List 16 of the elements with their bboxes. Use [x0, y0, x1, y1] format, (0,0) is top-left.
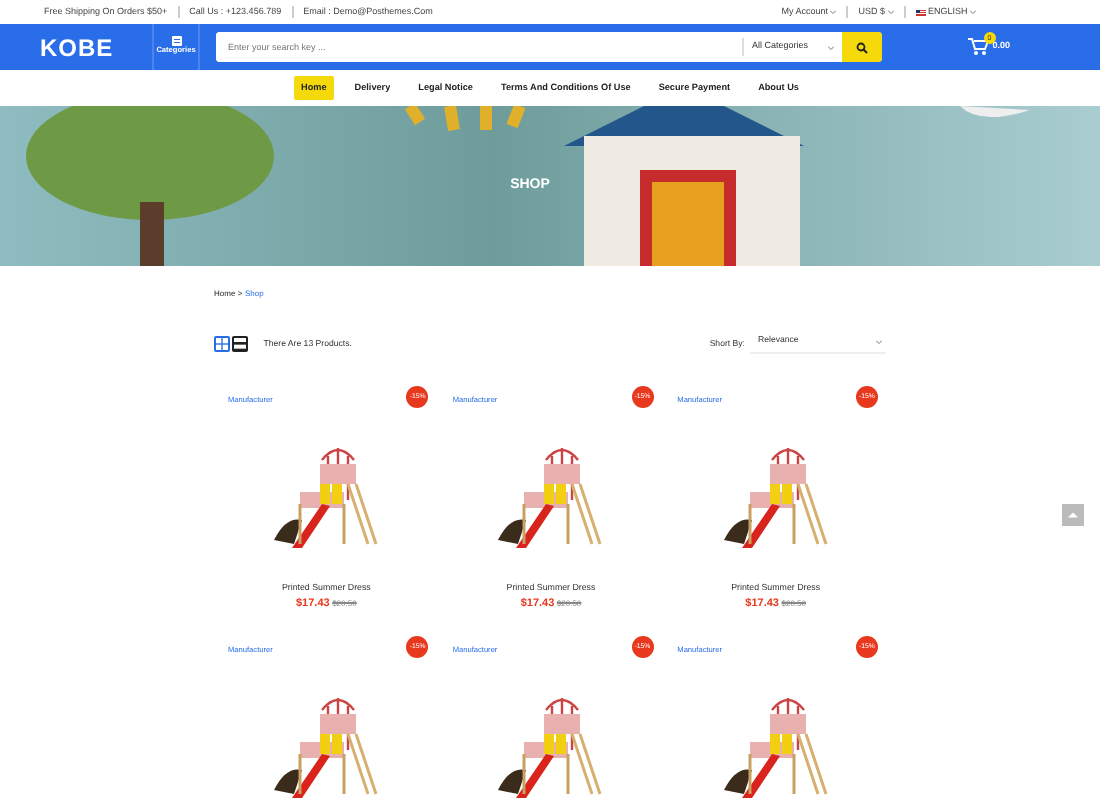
grid-icon — [216, 338, 228, 350]
search-icon — [856, 41, 868, 53]
flag-icon — [915, 9, 926, 15]
grid-view-button[interactable] — [214, 336, 230, 352]
caret-icon — [970, 10, 976, 14]
menu-icon — [171, 36, 181, 47]
caret-up-icon — [1068, 512, 1078, 518]
search-button[interactable] — [842, 32, 882, 62]
logo[interactable]: KOBE — [40, 29, 152, 65]
caret-icon — [830, 10, 837, 14]
list-icon — [234, 338, 247, 350]
caret-icon — [876, 339, 882, 343]
caret-icon — [887, 10, 894, 14]
caret-icon — [828, 45, 834, 49]
cart-icon[interactable] — [967, 38, 988, 56]
list-view-button[interactable] — [232, 336, 249, 352]
